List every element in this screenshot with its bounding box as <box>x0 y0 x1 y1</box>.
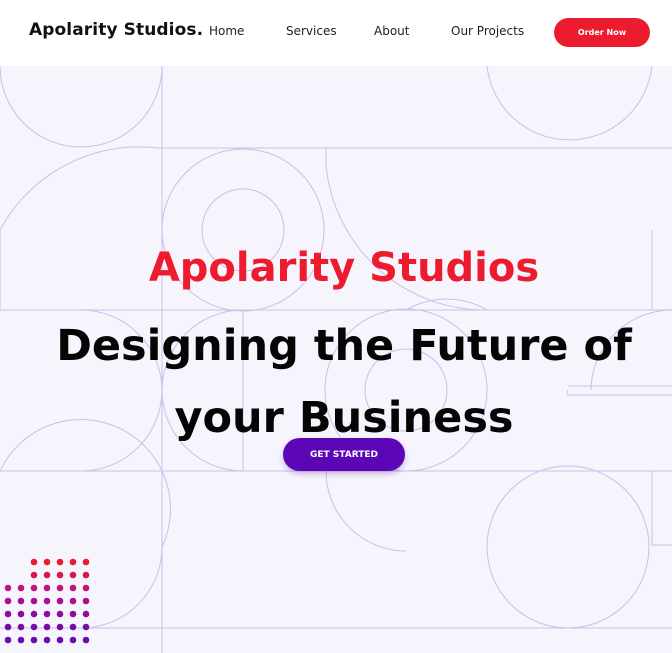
decor-dot <box>69 584 77 592</box>
decor-dot <box>30 610 38 618</box>
hero-headline: Designing the Future of your Business <box>56 320 632 443</box>
dot-grid-decoration <box>4 558 90 644</box>
decor-dot <box>17 610 25 618</box>
decor-dot <box>82 636 90 644</box>
decor-dot <box>56 584 64 592</box>
get-started-button[interactable]: GET STARTED <box>283 438 405 471</box>
decor-dot <box>69 571 77 579</box>
decor-dot <box>82 610 90 618</box>
decor-dot <box>56 623 64 631</box>
decor-dot <box>56 597 64 605</box>
decor-dot <box>43 636 51 644</box>
decor-dot <box>17 597 25 605</box>
decor-dot <box>30 636 38 644</box>
decor-dot <box>69 558 77 566</box>
decor-dot <box>4 597 12 605</box>
decor-dot <box>56 610 64 618</box>
nav-link-home[interactable]: Home <box>209 24 244 38</box>
nav-link-our-projects[interactable]: Our Projects <box>451 24 524 38</box>
order-now-button[interactable]: Order Now <box>554 18 650 47</box>
decor-dot <box>4 623 12 631</box>
decor-dot <box>82 584 90 592</box>
decor-dot <box>82 623 90 631</box>
site-logo[interactable]: Apolarity Studios. <box>29 20 203 40</box>
decor-dot <box>69 623 77 631</box>
decor-dot <box>56 558 64 566</box>
decor-dot <box>43 571 51 579</box>
decor-dot <box>56 571 64 579</box>
decor-dot <box>4 584 12 592</box>
decor-dot <box>82 597 90 605</box>
decor-dot <box>17 636 25 644</box>
decor-dot <box>69 610 77 618</box>
hero-brand-title: Apolarity Studios <box>148 245 540 292</box>
decor-dot <box>4 610 12 618</box>
decor-dot <box>43 623 51 631</box>
decor-dot <box>43 610 51 618</box>
decor-dot <box>69 597 77 605</box>
decor-dot <box>56 636 64 644</box>
decor-dot <box>43 584 51 592</box>
decor-dot <box>4 636 12 644</box>
decor-dot <box>82 571 90 579</box>
decor-dot <box>17 584 25 592</box>
decor-dot <box>82 558 90 566</box>
nav-link-services[interactable]: Services <box>286 24 337 38</box>
top-navbar: Apolarity Studios. Home Services About O… <box>0 0 672 66</box>
decor-dot <box>30 571 38 579</box>
decor-dot <box>30 623 38 631</box>
decor-dot <box>30 597 38 605</box>
decor-dot <box>69 636 77 644</box>
nav-link-about[interactable]: About <box>374 24 409 38</box>
decor-dot <box>30 558 38 566</box>
decor-dot <box>30 584 38 592</box>
decor-dot <box>43 597 51 605</box>
decor-dot <box>17 623 25 631</box>
decor-dot <box>43 558 51 566</box>
